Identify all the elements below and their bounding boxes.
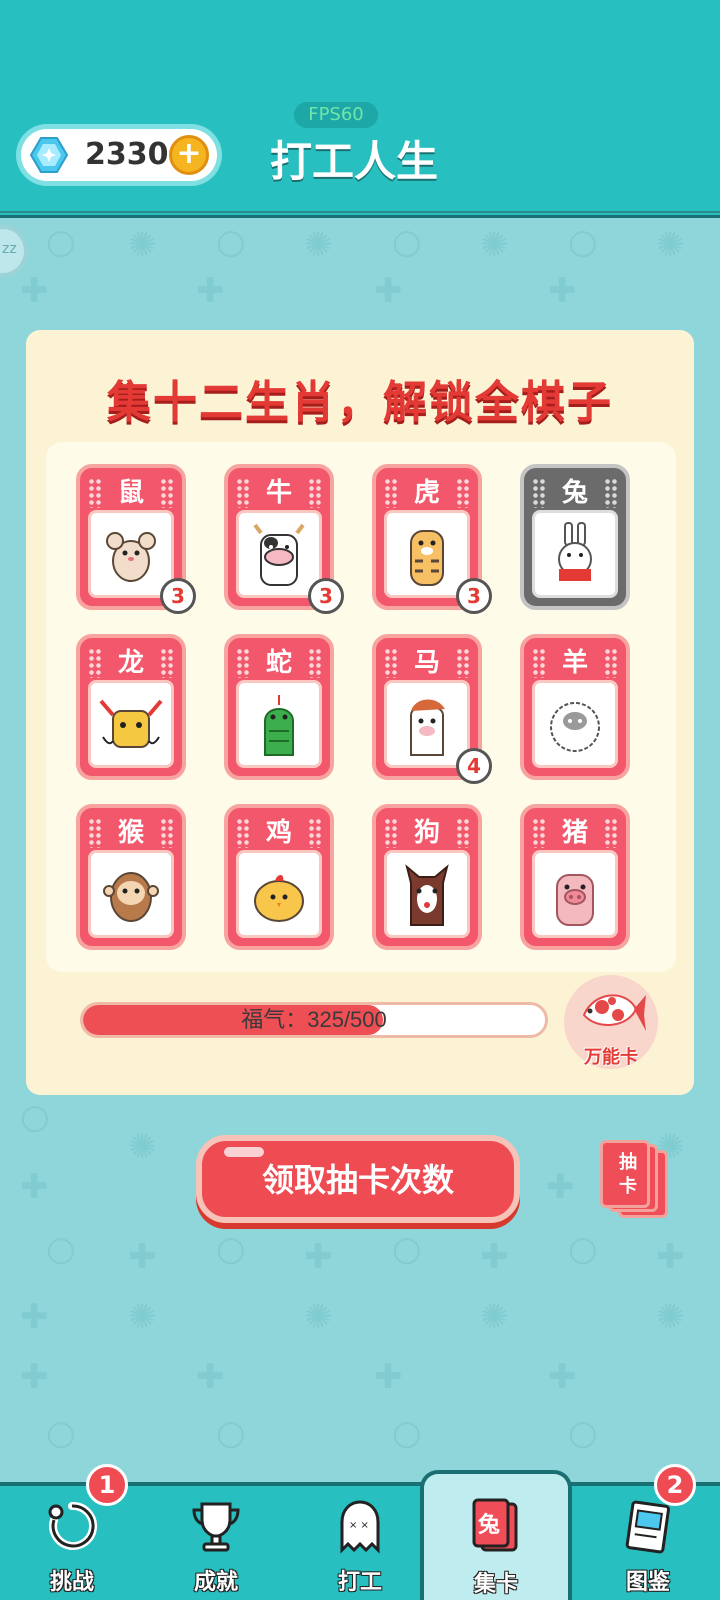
card-count-badge: 3 (456, 578, 492, 614)
zodiac-card-face (236, 510, 322, 598)
sheep-icon (550, 702, 600, 752)
koi-fish-icon (582, 994, 646, 1031)
bottom-nav: 挑战 1 成就 × × 打工 兔 集卡 图鉴 2 (0, 1464, 720, 1600)
tab-handbook[interactable]: 图鉴 2 (576, 1464, 720, 1600)
tab-challenge-label: 挑战 (49, 1570, 94, 1595)
challenge-icon (48, 1501, 98, 1550)
zodiac-card-face (236, 850, 322, 938)
zodiac-card-face (88, 510, 174, 598)
wild-card-label: 万能卡 (584, 1047, 638, 1068)
handbook-icon (625, 1500, 670, 1554)
zodiac-card-name: 狗 (413, 818, 440, 848)
claim-draw-count-label: 领取抽卡次数 (261, 1161, 454, 1199)
zodiac-card-face (88, 680, 174, 768)
zodiac-card-face (88, 850, 174, 938)
tab-achievement[interactable]: 成就 (144, 1486, 288, 1600)
handbook-badge: 2 (654, 1464, 696, 1506)
zodiac-card-face (532, 680, 618, 768)
fortune-progress-bar: 福气：325/500 (80, 1002, 548, 1038)
trophy-icon (192, 1502, 240, 1552)
rabbit-icon (558, 522, 592, 581)
zodiac-card[interactable]: 猪 (520, 804, 630, 950)
zodiac-card[interactable]: 羊 (520, 634, 630, 780)
tab-work[interactable]: × × 打工 (288, 1486, 432, 1600)
monkey-icon (103, 872, 159, 922)
wild-card-button[interactable]: 万能卡 (564, 975, 658, 1069)
zodiac-card[interactable]: 蛇 (224, 634, 334, 780)
zodiac-card-grid: 鼠3牛3虎3兔龙蛇马4羊猴鸡狗猪 (46, 442, 676, 972)
tiger-icon (410, 530, 444, 586)
deck-label: 抽卡 (619, 1152, 637, 1197)
zodiac-card-name: 蛇 (265, 648, 292, 678)
zodiac-card[interactable]: 鸡 (224, 804, 334, 950)
challenge-badge: 1 (86, 1464, 128, 1506)
fps-badge: FPS60 (294, 102, 378, 128)
card-collect-icon-text: 兔 (478, 1512, 500, 1538)
zodiac-card[interactable]: 牛3 (224, 464, 344, 614)
tab-achievement-label: 成就 (193, 1570, 238, 1595)
header-divider (0, 211, 720, 213)
dog-icon (405, 864, 449, 926)
sleep-side-button[interactable]: zz (0, 225, 28, 277)
tab-collect-cards[interactable]: 兔 集卡 (420, 1470, 572, 1600)
zodiac-card-name: 鼠 (117, 478, 144, 508)
gem-balance[interactable]: 2330 + (16, 124, 222, 186)
zodiac-card[interactable]: 猴 (76, 804, 186, 950)
zodiac-card-name: 兔 (561, 478, 588, 508)
zodiac-card[interactable]: 马4 (372, 634, 492, 784)
horse-icon (410, 699, 445, 756)
zodiac-card[interactable]: 兔 (520, 464, 630, 610)
sleep-side-label: zz (2, 241, 17, 257)
card-count-badge: 4 (456, 748, 492, 784)
zodiac-card-name: 牛 (265, 478, 292, 508)
dragon-icon (99, 699, 163, 748)
zodiac-card-name: 猴 (117, 818, 144, 848)
tab-challenge[interactable]: 挑战 1 (0, 1464, 144, 1600)
top-header: 2330 + FPS60 打工人生 (0, 0, 720, 218)
card-count-badge: 3 (308, 578, 344, 614)
rat-icon (106, 532, 156, 582)
zodiac-card[interactable]: 鼠3 (76, 464, 196, 614)
svg-text:× ×: × × (349, 1520, 369, 1531)
zodiac-card-name: 虎 (413, 478, 440, 508)
zodiac-card-face (384, 510, 470, 598)
fortune-progress-label: 福气：325/500 (241, 1007, 387, 1032)
zodiac-card-name: 鸡 (265, 818, 292, 848)
ghost-icon: × × (340, 1500, 380, 1554)
plus-icon[interactable]: + (169, 135, 209, 175)
pig-icon (556, 874, 594, 926)
zodiac-card-face (532, 510, 618, 598)
zodiac-card-face (532, 850, 618, 938)
zodiac-card-name: 龙 (117, 648, 144, 678)
tab-handbook-label: 图鉴 (625, 1570, 670, 1595)
gem-icon (29, 137, 69, 173)
card-count-badge: 3 (160, 578, 196, 614)
zodiac-card-name: 马 (413, 648, 440, 678)
zodiac-card-name: 羊 (561, 648, 588, 678)
tab-work-label: 打工 (337, 1570, 382, 1595)
claim-draw-count-button[interactable]: 领取抽卡次数 (196, 1135, 520, 1223)
collection-title: 集十二生肖，解锁全棋子 (107, 377, 613, 428)
page-title: 打工人生 (270, 137, 439, 186)
card-collect-icon: 兔 (472, 1498, 518, 1552)
zodiac-card-name: 猪 (561, 818, 588, 848)
ox-icon (253, 523, 305, 586)
zodiac-card-face (384, 680, 470, 768)
tab-collect-cards-label: 集卡 (473, 1572, 518, 1597)
deck-card-front: 抽卡 (600, 1140, 650, 1208)
chicken-icon (254, 875, 304, 922)
zodiac-card[interactable]: 虎3 (372, 464, 492, 614)
zodiac-card[interactable]: 狗 (372, 804, 482, 950)
zodiac-card[interactable]: 龙 (76, 634, 186, 780)
zodiac-collection-panel: 集十二生肖，解锁全棋子 鼠3牛3虎3兔龙蛇马4羊猴鸡狗猪 福气：325/500 … (26, 330, 694, 1095)
snake-icon (264, 695, 294, 756)
gem-count: 2330 (85, 137, 169, 172)
zodiac-card-face (236, 680, 322, 768)
draw-card-deck[interactable]: 抽卡 (600, 1140, 678, 1220)
zodiac-card-face (384, 850, 470, 938)
